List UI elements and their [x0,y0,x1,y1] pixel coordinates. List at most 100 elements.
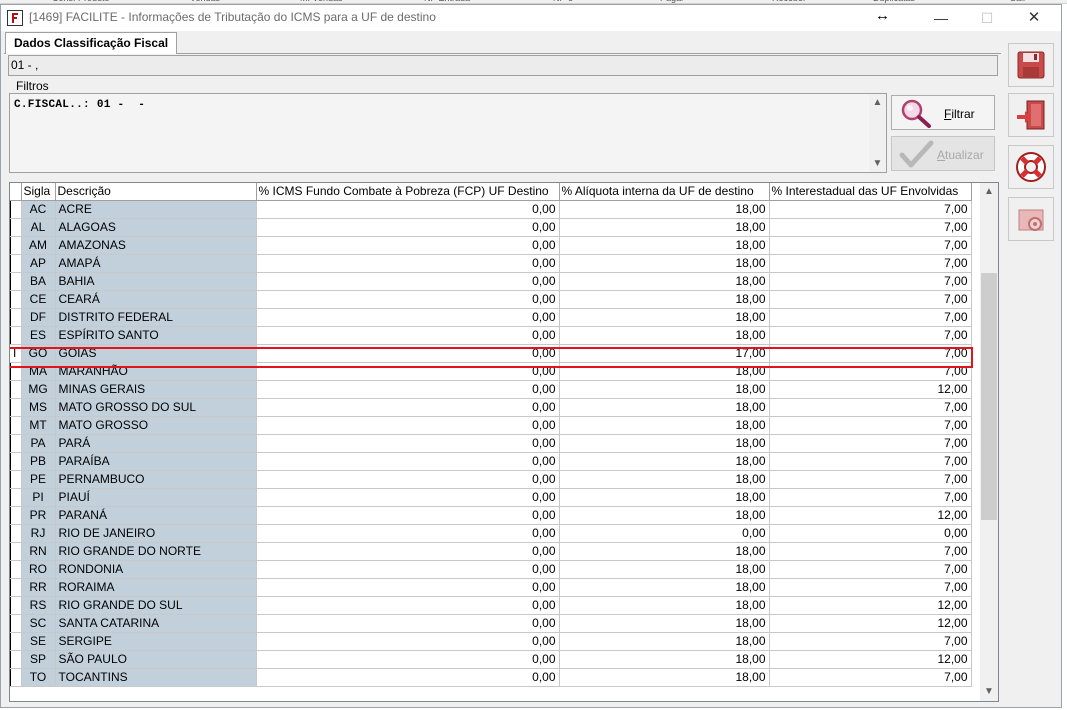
cell-descricao[interactable]: MINAS GERAIS [55,380,257,399]
cell-fcp[interactable]: 0,00 [256,596,560,615]
cell-interestadual[interactable]: 7,00 [769,434,972,453]
table-row[interactable]: PE PERNAMBUCO 0,00 18,00 7,00 [10,470,972,489]
cell-fcp[interactable]: 0,00 [256,290,560,309]
cell-aliquota-interna[interactable]: 18,00 [559,236,770,255]
cell-aliquota-interna[interactable]: 18,00 [559,326,770,345]
cell-fcp[interactable]: 0,00 [256,308,560,327]
cell-interestadual[interactable]: 7,00 [769,632,972,651]
cell-fcp[interactable]: 0,00 [256,632,560,651]
cell-sigla[interactable]: ES [21,326,56,345]
cell-aliquota-interna[interactable]: 18,00 [559,434,770,453]
cell-interestadual[interactable]: 7,00 [769,326,972,345]
table-row[interactable]: SP SÃO PAULO 0,00 18,00 12,00 [10,650,972,669]
row-indicator[interactable] [10,596,22,615]
cell-sigla[interactable]: CE [21,290,56,309]
cell-descricao[interactable]: GOIAS [55,344,257,363]
cell-descricao[interactable]: MARANHÃO [55,362,257,381]
table-row[interactable]: SE SERGIPE 0,00 18,00 7,00 [10,632,972,651]
cell-sigla[interactable]: AC [21,200,56,219]
cell-fcp[interactable]: 0,00 [256,506,560,525]
table-row[interactable]: MS MATO GROSSO DO SUL 0,00 18,00 7,00 [10,398,972,417]
row-indicator[interactable] [10,650,22,669]
cell-fcp[interactable]: 0,00 [256,488,560,507]
table-row[interactable]: BA BAHIA 0,00 18,00 7,00 [10,272,972,291]
table-row[interactable]: RS RIO GRANDE DO SUL 0,00 18,00 12,00 [10,596,972,615]
cell-interestadual[interactable]: 12,00 [769,596,972,615]
cell-sigla[interactable]: PB [21,452,56,471]
row-indicator[interactable] [10,326,22,345]
cell-fcp[interactable]: 0,00 [256,578,560,597]
cell-descricao[interactable]: MATO GROSSO [55,416,257,435]
column-header-aliquota-interna[interactable]: % Alíquota interna da UF de destino [559,183,770,201]
row-indicator[interactable] [10,218,22,237]
cell-fcp[interactable]: 0,00 [256,416,560,435]
cell-fcp[interactable]: 0,00 [256,614,560,633]
table-row[interactable]: RR RORAIMA 0,00 18,00 7,00 [10,578,972,597]
table-row[interactable]: PR PARANÁ 0,00 18,00 12,00 [10,506,972,525]
cell-interestadual[interactable]: 12,00 [769,650,972,669]
cell-interestadual[interactable]: 7,00 [769,470,972,489]
cell-fcp[interactable]: 0,00 [256,272,560,291]
table-row[interactable]: SC SANTA CATARINA 0,00 18,00 12,00 [10,614,972,633]
filtrar-button[interactable]: Filtrar [891,95,995,130]
cell-sigla[interactable]: RR [21,578,56,597]
cell-interestadual[interactable]: 7,00 [769,578,972,597]
row-indicator[interactable] [10,380,22,399]
cell-aliquota-interna[interactable]: 18,00 [559,452,770,471]
cell-sigla[interactable]: SC [21,614,56,633]
cell-interestadual[interactable]: 7,00 [769,308,972,327]
filters-scrollbar[interactable]: ▲ ▼ [869,94,886,172]
cell-sigla[interactable]: BA [21,272,56,291]
grid-scrollbar[interactable]: ▲ ▼ [980,183,998,701]
cell-descricao[interactable]: AMAZONAS [55,236,257,255]
cell-sigla[interactable]: RJ [21,524,56,543]
row-indicator[interactable] [10,416,22,435]
cell-fcp[interactable]: 0,00 [256,524,560,543]
cell-aliquota-interna[interactable]: 18,00 [559,380,770,399]
table-row[interactable]: MT MATO GROSSO 0,00 18,00 7,00 [10,416,972,435]
cell-aliquota-interna[interactable]: 18,00 [559,668,770,687]
cell-aliquota-interna[interactable]: 17,00 [559,344,770,363]
row-indicator[interactable] [10,632,22,651]
row-indicator[interactable] [10,578,22,597]
exit-button[interactable] [1008,93,1054,137]
settings-button[interactable] [1008,197,1054,241]
row-indicator[interactable] [10,272,22,291]
cell-descricao[interactable]: RIO GRANDE DO NORTE [55,542,257,561]
maximize-button[interactable]: ☐ [964,5,1010,31]
cell-aliquota-interna[interactable]: 18,00 [559,578,770,597]
cell-descricao[interactable]: RIO GRANDE DO SUL [55,596,257,615]
table-row[interactable]: TO TOCANTINS 0,00 18,00 7,00 [10,668,972,687]
table-row[interactable]: RO RONDONIA 0,00 18,00 7,00 [10,560,972,579]
cell-aliquota-interna[interactable]: 18,00 [559,308,770,327]
cell-descricao[interactable]: RORAIMA [55,578,257,597]
cell-interestadual[interactable]: 7,00 [769,488,972,507]
cell-interestadual[interactable]: 7,00 [769,362,972,381]
cell-interestadual[interactable]: 7,00 [769,254,972,273]
cell-descricao[interactable]: PIAUÍ [55,488,257,507]
row-indicator[interactable] [10,308,22,327]
cell-interestadual[interactable]: 7,00 [769,290,972,309]
grid-scroll-up-icon[interactable]: ▲ [980,183,998,200]
table-row[interactable]: PI PIAUÍ 0,00 18,00 7,00 [10,488,972,507]
cell-sigla[interactable]: RN [21,542,56,561]
cell-descricao[interactable]: SERGIPE [55,632,257,651]
row-indicator[interactable] [10,614,22,633]
cell-sigla[interactable]: RS [21,596,56,615]
row-indicator[interactable] [10,452,22,471]
table-row[interactable]: PA PARÁ 0,00 18,00 7,00 [10,434,972,453]
column-header-fcp[interactable]: % ICMS Fundo Combate à Pobreza (FCP) UF … [256,183,560,201]
cell-aliquota-interna[interactable]: 18,00 [559,200,770,219]
cell-interestadual[interactable]: 7,00 [769,452,972,471]
row-indicator[interactable] [10,398,22,417]
table-row[interactable]: RN RIO GRANDE DO NORTE 0,00 18,00 7,00 [10,542,972,561]
row-indicator[interactable] [10,434,22,453]
row-indicator[interactable] [10,236,22,255]
cell-descricao[interactable]: SANTA CATARINA [55,614,257,633]
cell-descricao[interactable]: PARANÁ [55,506,257,525]
cell-aliquota-interna[interactable]: 0,00 [559,524,770,543]
cell-sigla[interactable]: AL [21,218,56,237]
cell-interestadual[interactable]: 12,00 [769,380,972,399]
cell-descricao[interactable]: BAHIA [55,272,257,291]
row-indicator[interactable] [10,560,22,579]
